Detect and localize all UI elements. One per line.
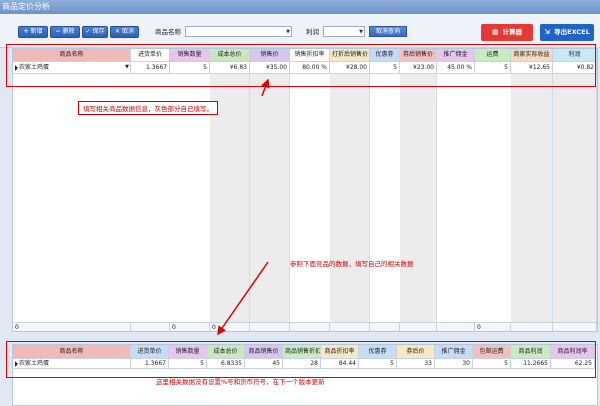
arrow-to-top-grid bbox=[261, 78, 270, 97]
annotation-arrows bbox=[217, 78, 270, 336]
arrow-to-bottom-grid bbox=[217, 261, 269, 336]
